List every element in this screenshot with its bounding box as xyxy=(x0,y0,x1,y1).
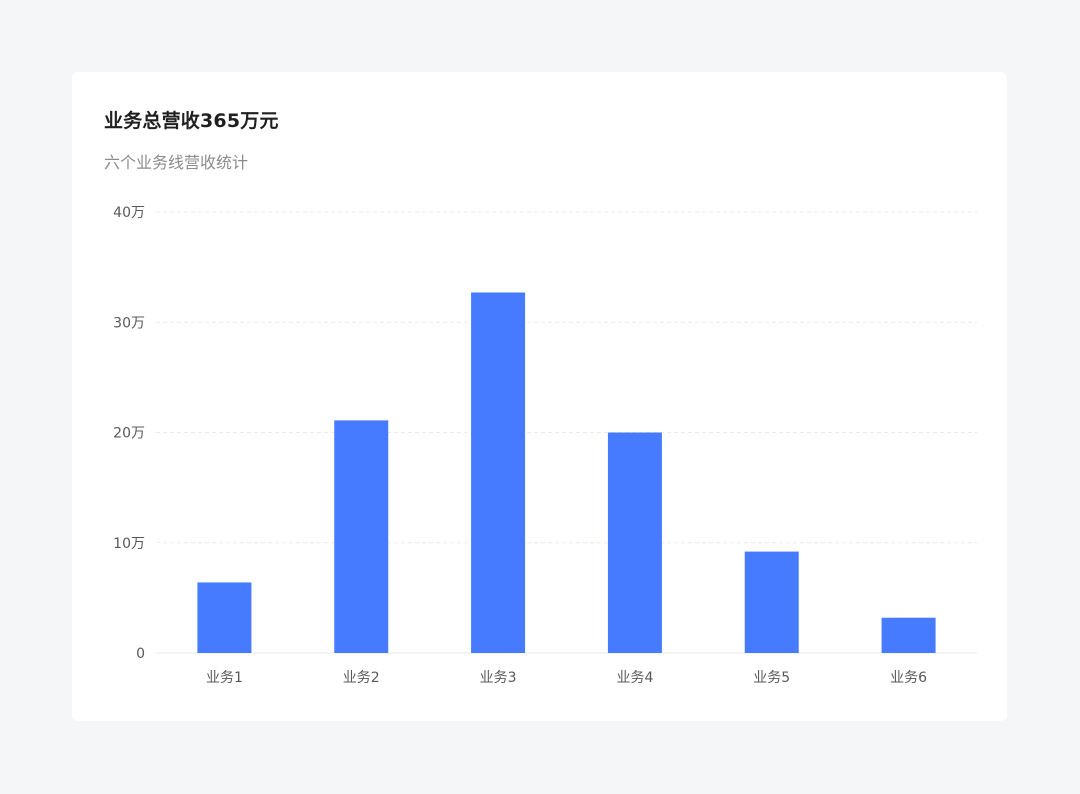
chart-card: 业务总营收365万元 六个业务线营收统计 0 10万 20万 30万 40万 业务1 业务2… xyxy=(72,72,1007,721)
y-tick-label: 20万 xyxy=(113,426,145,442)
bar xyxy=(744,551,799,653)
x-tick-label: 业务6 xyxy=(890,670,927,686)
bar xyxy=(881,617,936,653)
bar-chart: 0 10万 20万 30万 40万业务1 业务2 业务3 业务4 业务5 业务6 xyxy=(113,205,977,686)
bar xyxy=(197,582,252,653)
x-tick-label: 业务1 xyxy=(206,670,243,686)
x-tick-label: 业务3 xyxy=(480,670,517,686)
y-tick-label: 10万 xyxy=(113,536,145,552)
bar xyxy=(334,420,389,653)
x-tick-label: 业务5 xyxy=(753,670,790,686)
y-tick-label: 0 xyxy=(136,646,145,662)
x-tick-label: 业务4 xyxy=(616,670,653,686)
y-tick-label: 40万 xyxy=(113,205,145,221)
bar xyxy=(471,292,526,653)
y-tick-label: 30万 xyxy=(113,315,145,331)
x-tick-label: 业务2 xyxy=(343,670,380,686)
bar xyxy=(607,432,662,653)
